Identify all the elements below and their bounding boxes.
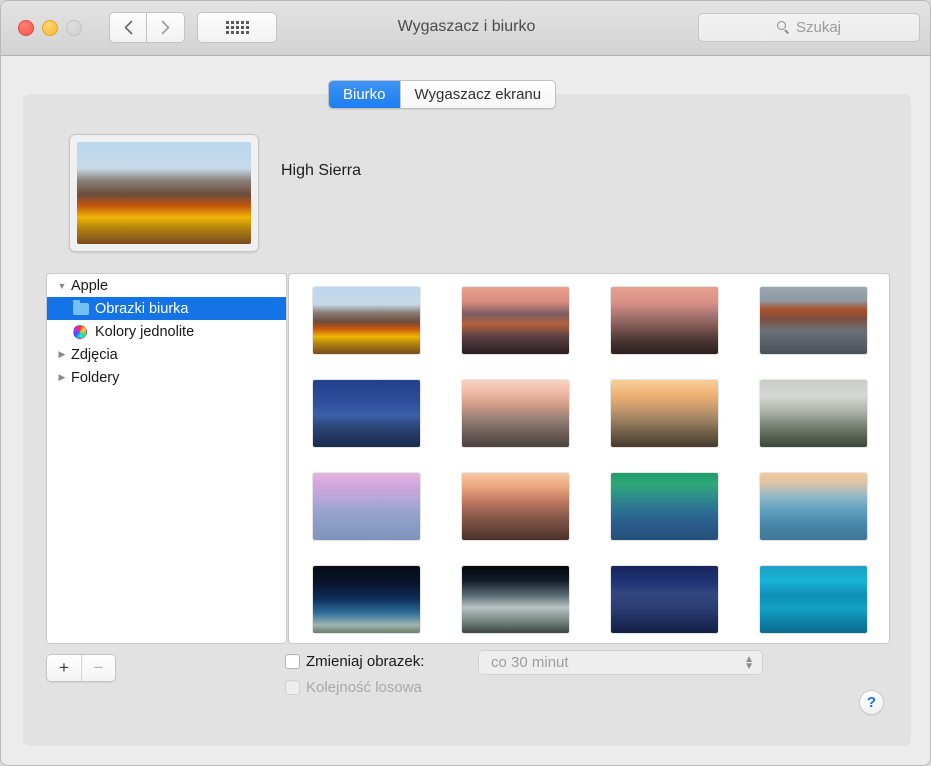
show-all-button[interactable]: [197, 12, 277, 43]
wallpaper-thumbnail[interactable]: [611, 473, 718, 540]
window-controls: [18, 20, 82, 36]
source-list-item[interactable]: Obrazki biurka: [47, 297, 286, 320]
desktop-preview-well[interactable]: [69, 134, 259, 252]
chevron-updown-icon: ▲▼: [744, 656, 754, 670]
wallpaper-grid-panel[interactable]: [288, 273, 890, 644]
source-list-item[interactable]: Kolory jednolite: [47, 320, 286, 343]
source-list-item-label: Foldery: [69, 370, 119, 386]
current-wallpaper-name: High Sierra: [281, 162, 361, 180]
add-folder-button[interactable]: +: [47, 655, 81, 681]
close-window-button[interactable]: [18, 20, 34, 36]
search-icon: [777, 21, 790, 34]
tab-desktop[interactable]: Biurko: [329, 81, 400, 108]
search-field[interactable]: Szukaj: [698, 13, 920, 42]
add-remove-folder-buttons: + −: [46, 654, 116, 682]
wallpaper-thumbnail[interactable]: [760, 287, 867, 354]
back-button[interactable]: [109, 12, 147, 43]
zoom-window-button: [66, 20, 82, 36]
wallpaper-thumbnail[interactable]: [462, 380, 569, 447]
wallpaper-thumbnail[interactable]: [611, 287, 718, 354]
wallpaper-thumbnail[interactable]: [611, 566, 718, 633]
folder-icon: [73, 303, 93, 315]
wallpaper-thumbnail[interactable]: [462, 473, 569, 540]
random-order-checkbox: [285, 680, 300, 695]
source-list-item[interactable]: Apple: [47, 274, 286, 297]
source-list-item-label: Obrazki biurka: [93, 301, 188, 317]
disclosure-closed-icon[interactable]: [55, 372, 69, 383]
remove-folder-button: −: [81, 655, 115, 681]
help-button[interactable]: ?: [859, 690, 884, 715]
wallpaper-thumbnail[interactable]: [313, 473, 420, 540]
source-list-item-label: Zdjęcia: [69, 347, 118, 363]
color-wheel-icon: [73, 325, 93, 339]
change-interval-popup: co 30 minut ▲▼: [478, 650, 763, 675]
system-preferences-window: Wygaszacz i biurko Szukaj Biurko Wygasza…: [0, 0, 931, 766]
wallpaper-thumbnail[interactable]: [462, 287, 569, 354]
navigation-buttons: [109, 12, 185, 43]
wallpaper-thumbnail[interactable]: [313, 566, 420, 633]
tab-bar: Biurko Wygaszacz ekranu: [328, 80, 556, 109]
wallpaper-thumbnail[interactable]: [611, 380, 718, 447]
desktop-preview-image: [77, 142, 251, 244]
random-order-row: Kolejność losowa: [285, 679, 422, 696]
change-picture-row[interactable]: Zmieniaj obrazek:: [285, 653, 424, 670]
wallpaper-thumbnail[interactable]: [760, 566, 867, 633]
wallpaper-thumbnail[interactable]: [313, 287, 420, 354]
folder-glyph: [73, 303, 89, 315]
tab-screen-saver[interactable]: Wygaszacz ekranu: [400, 81, 556, 108]
window-titlebar: Wygaszacz i biurko Szukaj: [1, 1, 931, 56]
color-wheel-glyph: [73, 325, 87, 339]
source-list-item[interactable]: Zdjęcia: [47, 343, 286, 366]
change-picture-label: Zmieniaj obrazek:: [306, 653, 424, 670]
change-picture-checkbox[interactable]: [285, 654, 300, 669]
minimize-window-button[interactable]: [42, 20, 58, 36]
wallpaper-thumbnail[interactable]: [313, 380, 420, 447]
chevron-right-icon: [161, 20, 170, 35]
source-list-item-label: Kolory jednolite: [93, 324, 194, 340]
chevron-left-icon: [124, 20, 133, 35]
disclosure-open-icon[interactable]: [55, 281, 69, 291]
search-placeholder: Szukaj: [796, 19, 841, 36]
source-list-item[interactable]: Foldery: [47, 366, 286, 389]
show-all-grid-icon: [226, 21, 249, 34]
wallpaper-thumbnail[interactable]: [760, 473, 867, 540]
forward-button[interactable]: [147, 12, 185, 43]
change-interval-value: co 30 minut: [491, 654, 569, 671]
disclosure-closed-icon[interactable]: [55, 349, 69, 360]
wallpaper-grid: [289, 274, 890, 644]
preferences-content-panel: High Sierra Apple Obrazki biurka Kolory je…: [23, 94, 911, 746]
source-list[interactable]: Apple Obrazki biurka Kolory jednolite Zdjęc…: [46, 273, 287, 644]
wallpaper-thumbnail[interactable]: [760, 380, 867, 447]
wallpaper-thumbnail[interactable]: [462, 566, 569, 633]
source-list-item-label: Apple: [69, 278, 108, 294]
random-order-label: Kolejność losowa: [306, 679, 422, 696]
